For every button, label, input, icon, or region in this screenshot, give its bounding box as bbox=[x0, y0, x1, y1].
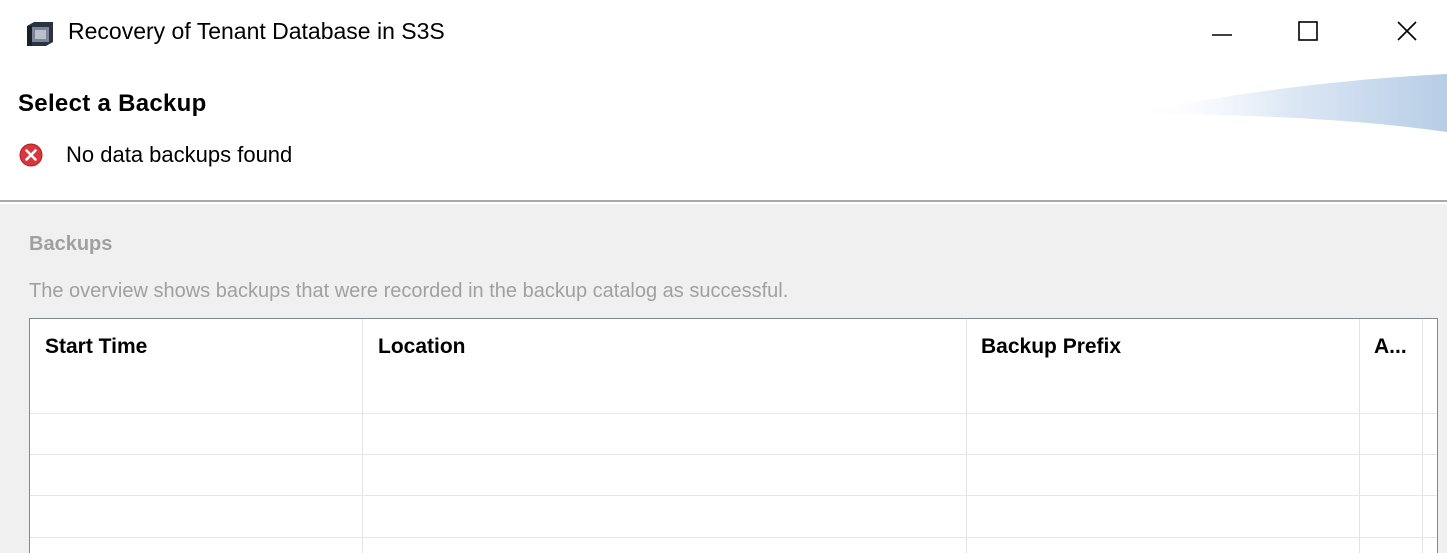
maximize-icon bbox=[1297, 20, 1319, 47]
column-header-backup-prefix[interactable]: Backup Prefix bbox=[966, 319, 1359, 387]
maximize-button[interactable] bbox=[1283, 8, 1333, 58]
table-row-divider bbox=[30, 413, 1437, 414]
column-header-start-time[interactable]: Start Time bbox=[30, 319, 362, 387]
minimize-button[interactable] bbox=[1197, 8, 1247, 58]
window-title: Recovery of Tenant Database in S3S bbox=[68, 18, 445, 44]
close-button[interactable] bbox=[1382, 8, 1432, 58]
page-title: Select a Backup bbox=[18, 90, 207, 117]
app-window-icon bbox=[26, 22, 54, 46]
backups-table[interactable]: Start Time Location Backup Prefix A... bbox=[29, 318, 1438, 553]
column-header-truncated[interactable]: A... bbox=[1359, 319, 1423, 387]
backups-description: The overview shows backups that were rec… bbox=[29, 280, 789, 302]
column-divider bbox=[1359, 319, 1360, 553]
error-icon bbox=[19, 143, 43, 167]
content-panel: Backups The overview shows backups that … bbox=[0, 204, 1447, 553]
error-message: No data backups found bbox=[66, 142, 293, 167]
column-header-location[interactable]: Location bbox=[363, 319, 966, 387]
table-row-divider bbox=[30, 495, 1437, 496]
minimize-icon bbox=[1211, 20, 1233, 47]
table-row-divider bbox=[30, 537, 1437, 538]
backups-section-title: Backups bbox=[29, 233, 113, 255]
dialog-header: Select a Backup No data backups found bbox=[0, 68, 1447, 202]
column-divider bbox=[362, 319, 363, 553]
banner-decoration bbox=[1127, 74, 1447, 132]
title-bar: Recovery of Tenant Database in S3S bbox=[0, 0, 1447, 68]
close-icon bbox=[1396, 20, 1418, 47]
table-row-divider bbox=[30, 454, 1437, 455]
column-divider bbox=[966, 319, 967, 553]
column-divider bbox=[1422, 319, 1423, 553]
